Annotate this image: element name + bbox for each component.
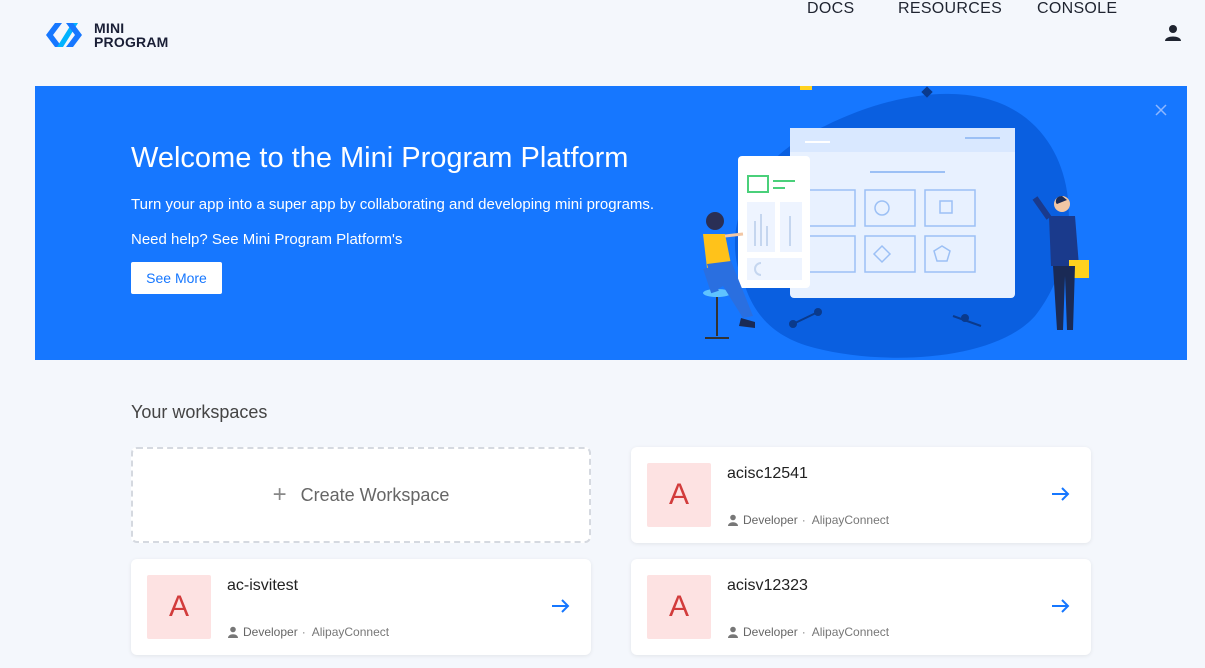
logo[interactable]: MINI PROGRAM (42, 18, 169, 52)
person-icon (728, 626, 738, 638)
platform-illustration (703, 86, 1089, 358)
close-icon[interactable] (1153, 102, 1169, 118)
workspace-card[interactable]: A ac-isvitest Developer · AlipayConnect (131, 559, 591, 655)
workspaces-heading: Your workspaces (131, 402, 268, 422)
nav-console[interactable]: CONSOLE (1037, 0, 1117, 18)
separator-dot: · (301, 625, 306, 639)
workspace-name: ac-isvitest (227, 577, 299, 594)
workspace-org: AlipayConnect (311, 625, 390, 639)
person-icon (728, 514, 738, 526)
workspace-name: acisc12541 (727, 465, 808, 482)
banner-title: Welcome to the Mini Program Platform (131, 142, 629, 174)
workspace-meta: Developer · AlipayConnect (227, 625, 389, 639)
plus-icon: + (272, 481, 287, 508)
see-more-button[interactable]: See More (131, 262, 222, 294)
arrow-right-icon[interactable] (551, 598, 571, 614)
workspace-org: AlipayConnect (811, 513, 890, 527)
top-header: MINI PROGRAM DOCS RESOURCES CONSOLE (0, 0, 1205, 72)
workspace-avatar: A (647, 463, 711, 527)
arrow-right-icon[interactable] (1051, 598, 1071, 614)
create-workspace-button[interactable]: + Create Workspace (131, 447, 591, 543)
user-icon[interactable] (1164, 24, 1182, 42)
workspace-role: Developer (743, 625, 798, 639)
workspace-card[interactable]: A acisc12541 Developer · AlipayConnect (631, 447, 1091, 543)
banner-subtitle: Turn your app into a super app by collab… (131, 196, 655, 213)
workspace-card[interactable]: A acisv12323 Developer · AlipayConnect (631, 559, 1091, 655)
logo-text: MINI PROGRAM (94, 20, 169, 50)
workspace-meta: Developer · AlipayConnect (727, 625, 889, 639)
create-workspace-label: Create Workspace (300, 484, 450, 505)
workspace-avatar: A (147, 575, 211, 639)
separator-dot: · (801, 625, 806, 639)
workspace-role: Developer (743, 513, 798, 527)
separator-dot: · (801, 513, 806, 527)
banner-help-text: Need help? See Mini Program Platform's (131, 231, 403, 248)
person-icon (228, 626, 238, 638)
workspace-role: Developer (243, 625, 298, 639)
arrow-right-icon[interactable] (1051, 486, 1071, 502)
welcome-banner: Welcome to the Mini Program Platform Tur… (35, 86, 1187, 360)
nav-resources[interactable]: RESOURCES (898, 0, 1002, 18)
workspace-avatar: A (647, 575, 711, 639)
workspace-meta: Developer · AlipayConnect (727, 513, 889, 527)
nav-docs[interactable]: DOCS (807, 0, 854, 18)
logo-mark-icon (46, 23, 82, 47)
workspace-name: acisv12323 (727, 577, 808, 594)
workspace-org: AlipayConnect (811, 625, 890, 639)
